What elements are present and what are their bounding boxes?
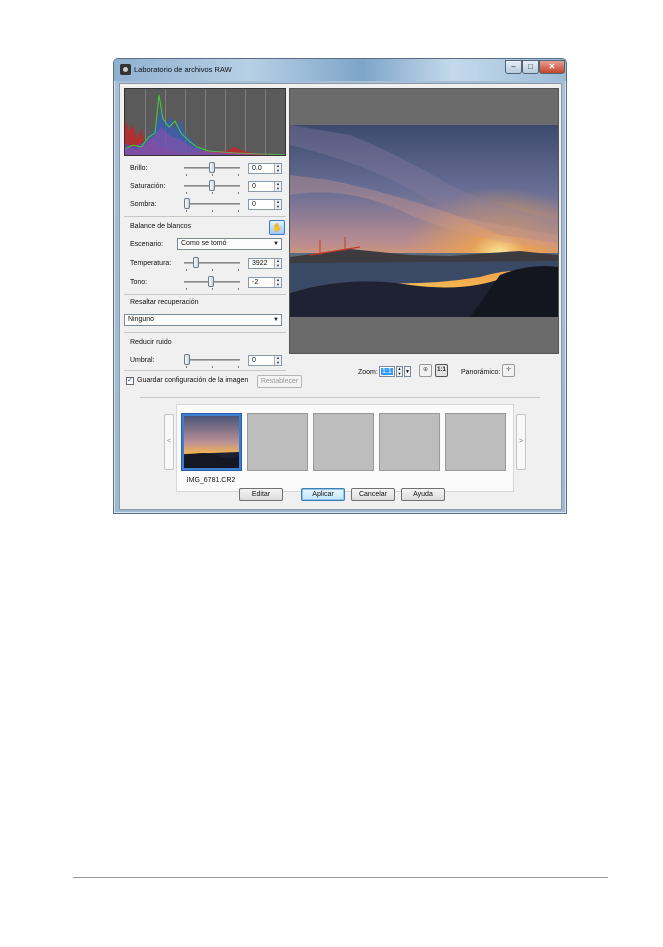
raw-lab-window: Laboratorio de archivos RAW – □ ✕ Brillo…	[113, 58, 567, 514]
divider	[124, 216, 286, 217]
divider	[124, 332, 286, 333]
reset-button[interactable]: Restablecer	[257, 375, 302, 388]
thumbnail-image	[184, 416, 239, 468]
brightness-input[interactable]: 0.0 ▲ ▼	[248, 163, 282, 174]
page-footer-rule	[73, 877, 608, 878]
shadow-input[interactable]: 0 ▲ ▼	[248, 199, 282, 210]
white-balance-title: Balance de blancos	[130, 223, 192, 230]
maximize-button[interactable]: □	[522, 60, 539, 74]
spin-arrows-icon[interactable]: ▲ ▼	[274, 199, 281, 209]
title-bar[interactable]: Laboratorio de archivos RAW – □ ✕	[114, 59, 566, 81]
saturation-input[interactable]: 0 ▲ ▼	[248, 181, 282, 192]
shadow-label: Sombra:	[130, 201, 157, 208]
temperature-label: Temperatura:	[130, 260, 172, 267]
tint-input[interactable]: -2 ▲ ▼	[248, 277, 282, 288]
threshold-label: Umbral:	[130, 357, 155, 364]
filmstrip-prev-button[interactable]: <	[164, 414, 174, 470]
save-settings-label: Guardar configuración de la imagen	[137, 377, 249, 384]
zoom-dropdown-icon[interactable]: ▼	[404, 366, 411, 377]
edit-button[interactable]: Editar	[239, 488, 283, 501]
fit-to-window-icon[interactable]: ⊕	[419, 364, 432, 377]
window-title: Laboratorio de archivos RAW	[134, 65, 232, 74]
filmstrip-empty-slot	[313, 413, 374, 471]
spin-arrows-icon[interactable]: ▲ ▼	[274, 181, 281, 191]
pan-label: Panorámico:	[461, 369, 501, 376]
save-settings-checkbox[interactable]: ✓	[126, 377, 134, 385]
zoom-input[interactable]: 1:1	[379, 366, 395, 377]
saturation-label: Saturación:	[130, 183, 166, 190]
zoom-label: Zoom:	[358, 369, 378, 376]
apply-button[interactable]: Aplicar	[301, 488, 345, 501]
highlight-recovery-select[interactable]: Ninguno ▼	[124, 314, 282, 326]
actual-size-icon[interactable]: 1:1	[435, 364, 448, 377]
eyedropper-icon[interactable]: ✋	[269, 220, 285, 235]
filmstrip-empty-slot	[445, 413, 506, 471]
tint-slider[interactable]	[184, 276, 240, 290]
divider	[140, 397, 540, 398]
filmstrip: IMG_6781.CR2	[176, 404, 514, 492]
help-button[interactable]: Ayuda	[401, 488, 445, 501]
threshold-input[interactable]: 0 ▲ ▼	[248, 355, 282, 366]
brightness-label: Brillo:	[130, 165, 148, 172]
camera-icon	[120, 64, 131, 75]
divider	[124, 370, 286, 371]
divider	[124, 294, 286, 295]
close-button[interactable]: ✕	[539, 60, 565, 74]
preview-photo	[290, 125, 558, 317]
chevron-down-icon: ▼	[273, 317, 279, 323]
temperature-input[interactable]: 3922 ▲ ▼	[248, 258, 282, 269]
dialog-client: Brillo: 0.0 ▲ ▼ Saturación: 0 ▲ ▼ Sombra: 0 ▲…	[119, 83, 562, 510]
histogram	[124, 88, 286, 156]
minimize-button[interactable]: –	[505, 60, 522, 74]
shadow-slider[interactable]	[184, 198, 240, 212]
filmstrip-thumbnail[interactable]	[181, 413, 242, 471]
spin-arrows-icon[interactable]: ▲ ▼	[274, 258, 281, 268]
thumbnail-filename: IMG_6781.CR2	[186, 477, 236, 484]
filmstrip-empty-slot	[379, 413, 440, 471]
cancel-button[interactable]: Cancelar	[351, 488, 395, 501]
scene-label: Escenario:	[130, 241, 164, 248]
temperature-slider[interactable]	[184, 257, 240, 271]
spin-arrows-icon[interactable]: ▲ ▼	[274, 355, 281, 365]
spin-arrows-icon[interactable]: ▲ ▼	[274, 163, 281, 173]
brightness-slider[interactable]	[184, 162, 240, 176]
threshold-slider[interactable]	[184, 354, 240, 368]
histogram-curves	[125, 94, 285, 155]
tint-label: Tono:	[130, 279, 148, 286]
pan-icon[interactable]: ✛	[502, 364, 515, 377]
scene-select[interactable]: Como se tomó ▼	[177, 238, 282, 250]
noise-reduction-title: Reducir ruido	[130, 339, 172, 346]
image-preview[interactable]	[289, 88, 559, 354]
filmstrip-empty-slot	[247, 413, 308, 471]
highlight-recovery-title: Resaltar recuperación	[130, 299, 199, 306]
spin-arrows-icon[interactable]: ▲ ▼	[274, 277, 281, 287]
filmstrip-next-button[interactable]: >	[516, 414, 526, 470]
zoom-spin-arrows-icon[interactable]: ▲ ▼	[396, 366, 403, 377]
saturation-slider[interactable]	[184, 180, 240, 194]
chevron-down-icon: ▼	[273, 241, 279, 247]
